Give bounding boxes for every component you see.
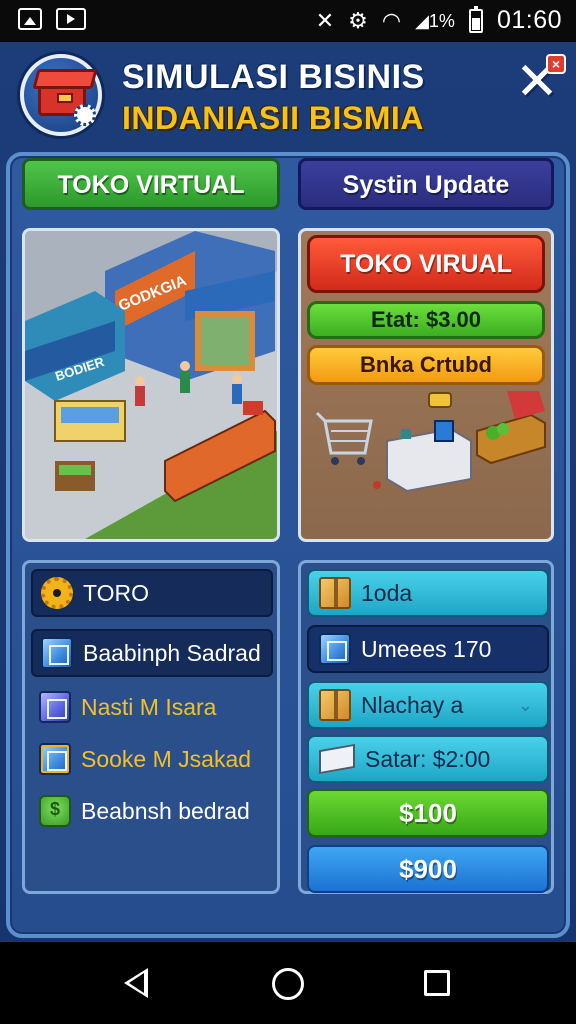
settings-gear-icon: ⚙: [348, 7, 368, 33]
home-icon[interactable]: [272, 968, 304, 1000]
menu-item-beabnsh[interactable]: Beabnsh bedrad: [31, 787, 273, 835]
stat-label: Satar: $2:00: [365, 745, 491, 772]
stat-item-satar[interactable]: Satar: $2:00: [307, 735, 549, 783]
shop-name-banner[interactable]: TOKO VIRUAL: [307, 235, 545, 293]
status-bar: ✕ ⚙ ◠ ◢1% 01:60: [0, 0, 576, 42]
tab-system-update[interactable]: Systin Update: [298, 158, 554, 210]
media-notification-icon: [56, 8, 86, 30]
stat-item-nlachay[interactable]: Nlachay a ⌄: [307, 681, 549, 729]
cube-icon: [41, 637, 73, 669]
menu-item-label: Baabinph Sadrad: [83, 639, 261, 666]
menu-item-label: TORO: [83, 579, 150, 606]
stat-label: Umeees 170: [361, 635, 492, 662]
menu-item-label: Nasti M Isara: [81, 693, 217, 720]
notification-badge-icon: ×: [546, 54, 566, 74]
menu-item-nasti[interactable]: Nasti M Isara: [31, 683, 273, 731]
mute-icon: ✕: [315, 7, 335, 33]
shop-items-illustration: [315, 391, 546, 493]
back-icon[interactable]: [124, 968, 148, 998]
shop-logo: [20, 54, 102, 136]
menu-item-baabinph[interactable]: Baabinph Sadrad: [31, 629, 273, 677]
stat-item-umeees[interactable]: Umeees 170: [307, 625, 549, 673]
buy-900-button[interactable]: $900: [307, 845, 549, 893]
stat-item-1oda[interactable]: 1oda: [307, 569, 549, 617]
checkout-counter-icon: [386, 420, 472, 493]
shop-action-button[interactable]: Bnka Crtubd: [307, 345, 545, 385]
menu-item-label: Beabnsh bedrad: [81, 797, 250, 824]
stat-label: 1oda: [361, 579, 413, 606]
menu-item-sooke[interactable]: Sooke M Jsakad: [31, 735, 273, 783]
navigation-bar: [0, 942, 576, 1024]
shopping-cart-icon: [315, 411, 373, 465]
tab-toko-virtual[interactable]: TOKO VIRTUAL: [22, 158, 280, 210]
gear-badge-icon: [74, 104, 96, 126]
stat-label: Nlachay a: [361, 691, 464, 718]
close-button[interactable]: ✕ ×: [514, 54, 566, 108]
game-title: SIMULASI BISINIS: [122, 58, 425, 96]
cube-icon: [319, 633, 351, 665]
battery-icon: [468, 5, 483, 33]
signal-icon: ◢1%: [415, 10, 455, 31]
shop-scene[interactable]: GODKGIA BODIER: [22, 228, 280, 542]
clock: 01:60: [496, 6, 562, 34]
menu-item-label: Sooke M Jsakad: [81, 745, 252, 772]
cube-icon: [39, 691, 71, 723]
stats-panel: 1oda Umeees 170 Nlachay a ⌄ Satar: $2:00…: [298, 560, 554, 894]
shop-info-panel: TOKO VIRUAL Etat: $3.00 Bnka Crtubd: [298, 228, 554, 542]
game-screen: SIMULASI BISINIS INDANIASII BISMIA ✕ × T…: [0, 42, 576, 942]
photo-notification-icon: [18, 8, 42, 30]
cash-icon: [319, 743, 355, 775]
menu-item-toro[interactable]: TORO: [31, 569, 273, 617]
recent-apps-icon[interactable]: [424, 970, 450, 996]
wifi-icon: ◠: [381, 7, 402, 33]
gear-icon: [41, 577, 73, 609]
money-bag-icon: [39, 795, 71, 827]
menu-list-panel: TORO Baabinph Sadrad Nasti M Isara Sooke…: [22, 560, 280, 894]
cube-icon: [39, 743, 71, 775]
buy-100-button[interactable]: $100: [307, 789, 549, 837]
produce-stand-icon: [476, 391, 546, 465]
battery-percent: 1%: [428, 10, 455, 31]
box-icon: [319, 689, 351, 721]
game-subtitle: INDANIASII BISMIA: [122, 100, 424, 136]
box-icon: [319, 577, 351, 609]
coin-icon: [428, 392, 452, 408]
shop-stat-label[interactable]: Etat: $3.00: [307, 301, 545, 339]
chevron-down-icon: ⌄: [517, 695, 533, 715]
shop-illustration: GODKGIA BODIER: [25, 231, 277, 539]
